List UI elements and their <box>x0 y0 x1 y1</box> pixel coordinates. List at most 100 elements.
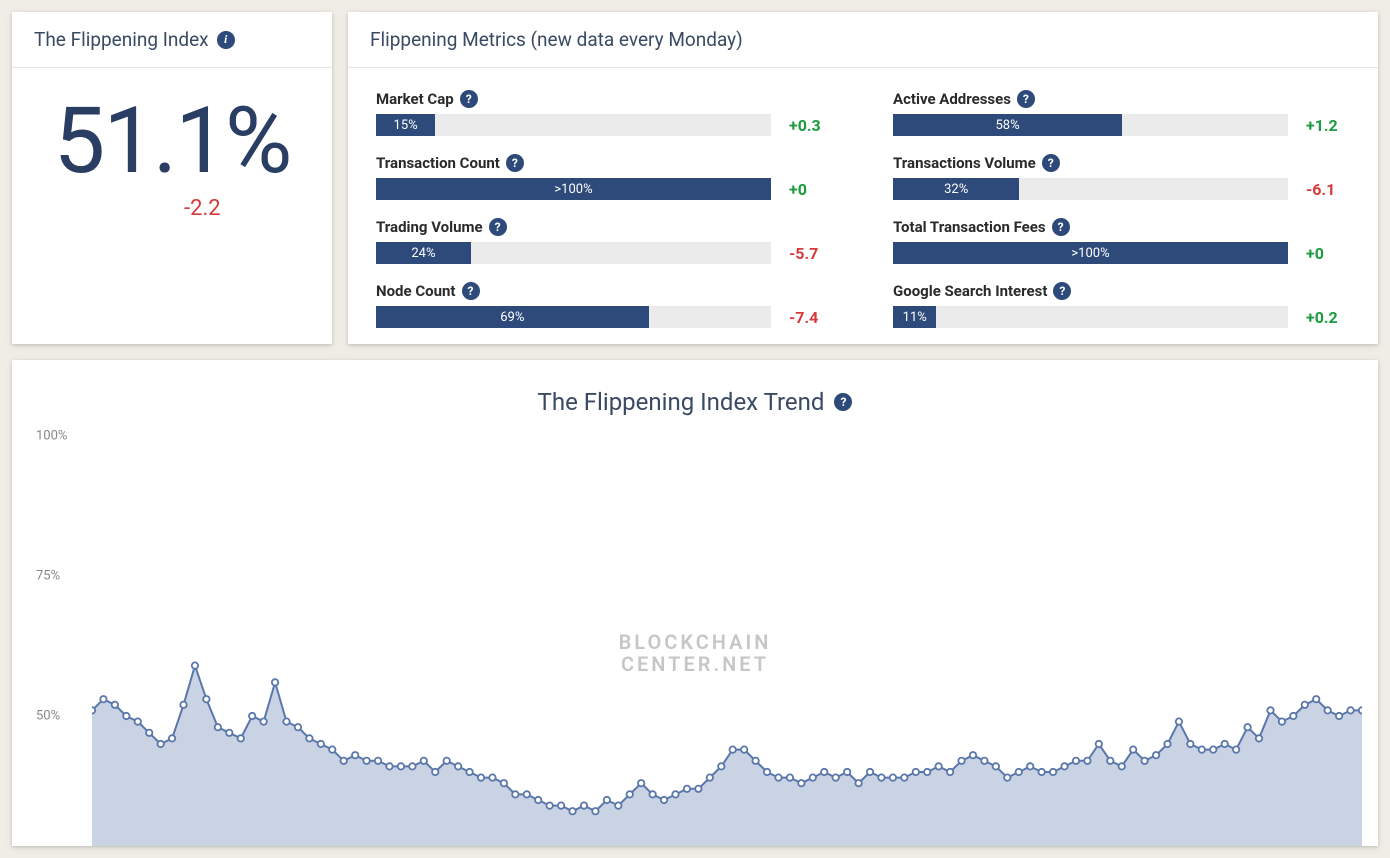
chart-point[interactable] <box>226 730 232 736</box>
chart-point[interactable] <box>878 774 884 780</box>
chart-point[interactable] <box>1027 763 1033 769</box>
chart-point[interactable] <box>249 713 255 719</box>
chart-point[interactable] <box>135 718 141 724</box>
chart-point[interactable] <box>947 769 953 775</box>
chart-point[interactable] <box>1016 769 1022 775</box>
chart-point[interactable] <box>1279 718 1285 724</box>
chart-point[interactable] <box>1256 735 1262 741</box>
chart-point[interactable] <box>604 797 610 803</box>
chart-point[interactable] <box>730 746 736 752</box>
chart-point[interactable] <box>890 774 896 780</box>
chart-point[interactable] <box>501 780 507 786</box>
chart-point[interactable] <box>1347 707 1353 713</box>
chart-point[interactable] <box>924 769 930 775</box>
chart-point[interactable] <box>1313 696 1319 702</box>
chart-point[interactable] <box>1290 713 1296 719</box>
chart-point[interactable] <box>592 808 598 814</box>
chart-point[interactable] <box>1130 746 1136 752</box>
chart-point[interactable] <box>238 735 244 741</box>
chart-point[interactable] <box>455 763 461 769</box>
chart-point[interactable] <box>1004 774 1010 780</box>
chart-point[interactable] <box>306 735 312 741</box>
help-icon[interactable]: ? <box>462 282 480 300</box>
chart-point[interactable] <box>318 741 324 747</box>
chart-point[interactable] <box>409 763 415 769</box>
help-icon[interactable]: ? <box>1053 282 1071 300</box>
chart-point[interactable] <box>649 791 655 797</box>
chart-point[interactable] <box>970 752 976 758</box>
chart-point[interactable] <box>466 769 472 775</box>
help-icon[interactable]: ? <box>1052 218 1070 236</box>
chart-point[interactable] <box>787 774 793 780</box>
chart-point[interactable] <box>421 758 427 764</box>
chart-point[interactable] <box>1336 713 1342 719</box>
chart-point[interactable] <box>1084 758 1090 764</box>
help-icon[interactable]: ? <box>506 154 524 172</box>
help-icon[interactable]: ? <box>1017 90 1035 108</box>
chart-point[interactable] <box>1141 758 1147 764</box>
chart-point[interactable] <box>100 696 106 702</box>
help-icon[interactable]: ? <box>834 393 852 411</box>
help-icon[interactable]: ? <box>460 90 478 108</box>
chart-point[interactable] <box>775 774 781 780</box>
chart-point[interactable] <box>398 763 404 769</box>
chart-point[interactable] <box>295 724 301 730</box>
chart-point[interactable] <box>341 758 347 764</box>
chart-point[interactable] <box>1359 707 1362 713</box>
chart-point[interactable] <box>1050 769 1056 775</box>
chart-point[interactable] <box>272 679 278 685</box>
chart-point[interactable] <box>764 769 770 775</box>
chart-point[interactable] <box>386 763 392 769</box>
chart-point[interactable] <box>112 702 118 708</box>
chart-point[interactable] <box>192 662 198 668</box>
chart-point[interactable] <box>1302 702 1308 708</box>
chart-point[interactable] <box>146 730 152 736</box>
chart-point[interactable] <box>1324 707 1330 713</box>
chart-point[interactable] <box>832 774 838 780</box>
chart-point[interactable] <box>524 791 530 797</box>
chart-point[interactable] <box>1107 758 1113 764</box>
chart-point[interactable] <box>352 752 358 758</box>
chart-point[interactable] <box>363 758 369 764</box>
chart-point[interactable] <box>1153 752 1159 758</box>
chart-point[interactable] <box>581 802 587 808</box>
chart-point[interactable] <box>695 786 701 792</box>
chart-point[interactable] <box>718 763 724 769</box>
chart-point[interactable] <box>684 786 690 792</box>
chart-point[interactable] <box>283 718 289 724</box>
chart-point[interactable] <box>1176 718 1182 724</box>
chart-point[interactable] <box>752 758 758 764</box>
chart-point[interactable] <box>821 769 827 775</box>
help-icon[interactable]: ? <box>1042 154 1060 172</box>
chart-point[interactable] <box>741 746 747 752</box>
chart-point[interactable] <box>375 758 381 764</box>
chart-point[interactable] <box>329 746 335 752</box>
chart-point[interactable] <box>558 802 564 808</box>
chart-point[interactable] <box>92 707 95 713</box>
chart-point[interactable] <box>1164 741 1170 747</box>
info-icon[interactable]: i <box>217 31 235 49</box>
chart-point[interactable] <box>1210 746 1216 752</box>
chart-point[interactable] <box>215 724 221 730</box>
chart-point[interactable] <box>1073 758 1079 764</box>
chart-point[interactable] <box>1199 746 1205 752</box>
chart-point[interactable] <box>260 718 266 724</box>
chart-point[interactable] <box>672 791 678 797</box>
chart-point[interactable] <box>512 791 518 797</box>
chart-point[interactable] <box>569 808 575 814</box>
chart-point[interactable] <box>627 791 633 797</box>
chart-point[interactable] <box>546 802 552 808</box>
chart-point[interactable] <box>1061 763 1067 769</box>
chart-point[interactable] <box>935 763 941 769</box>
chart-point[interactable] <box>535 797 541 803</box>
chart-point[interactable] <box>157 741 163 747</box>
chart-point[interactable] <box>1119 763 1125 769</box>
chart-point[interactable] <box>489 774 495 780</box>
chart-point[interactable] <box>180 702 186 708</box>
chart-point[interactable] <box>1267 707 1273 713</box>
chart-point[interactable] <box>844 769 850 775</box>
help-icon[interactable]: ? <box>489 218 507 236</box>
chart-point[interactable] <box>1187 741 1193 747</box>
chart-point[interactable] <box>661 797 667 803</box>
chart-point[interactable] <box>981 758 987 764</box>
